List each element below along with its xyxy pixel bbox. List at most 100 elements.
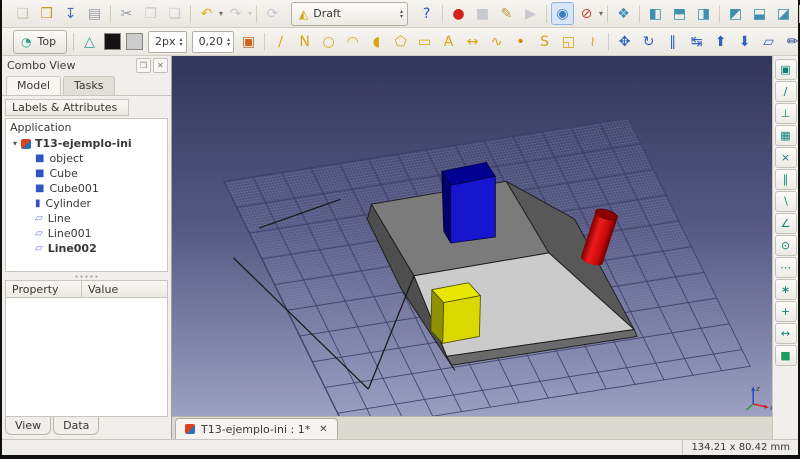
tab-tasks[interactable]: Tasks — [63, 76, 114, 95]
yellow-cube-front-face[interactable] — [443, 296, 481, 344]
tab-data[interactable]: Data — [53, 417, 99, 435]
tree-item-document[interactable]: ▾ T13-ejemplo-ini — [6, 136, 167, 151]
snap-lock-button[interactable]: ▣ — [775, 59, 797, 80]
draft-rotate-button[interactable]: ↻ — [637, 30, 660, 53]
panel-float-button[interactable]: ❐ — [136, 58, 151, 73]
tab-view[interactable]: View — [5, 417, 51, 435]
draft-downgrade-button[interactable]: ⬇ — [733, 30, 756, 53]
fit-all-button[interactable]: ◉ — [551, 2, 574, 25]
snap-midpoint-button[interactable]: ∕ — [775, 81, 797, 102]
view-top-button[interactable]: ⬒ — [668, 2, 691, 25]
working-plane-button[interactable]: ◔ Top — [13, 30, 67, 54]
draft-edit-button[interactable]: ✏ — [781, 30, 800, 53]
cut-button[interactable]: ✂ — [115, 2, 138, 25]
tree-item-object[interactable]: ■ object — [6, 151, 167, 166]
tree-item-line002[interactable]: ▱ Line002 — [6, 241, 167, 256]
snap-center-button[interactable]: ⊙ — [775, 235, 797, 256]
new-document-button[interactable]: ❑ — [11, 2, 34, 25]
draft-facebinder-button[interactable]: ◱ — [557, 30, 580, 53]
face-color-swatch[interactable] — [126, 33, 143, 50]
paste-button[interactable]: ❏ — [163, 2, 186, 25]
3d-viewport[interactable]: z x — [172, 56, 772, 416]
yellow-cube-object[interactable] — [431, 283, 481, 344]
draft-upgrade-button[interactable]: ⬆ — [709, 30, 732, 53]
snap-grid-button[interactable]: ▦ — [775, 125, 797, 146]
property-column-header[interactable]: Property — [6, 281, 82, 297]
draft-scale-button[interactable]: ▱ — [757, 30, 780, 53]
tree-item-line[interactable]: ▱ Line — [6, 211, 167, 226]
draft-rectangle-button[interactable]: ▭ — [413, 30, 436, 53]
snap-ortho-button[interactable]: + — [775, 301, 797, 322]
snap-extension-button[interactable]: ⋯ — [775, 257, 797, 278]
tree-item-cube[interactable]: ■ Cube — [6, 166, 167, 181]
spin-down-icon[interactable]: ▾ — [180, 42, 183, 47]
line-width-spinbox[interactable]: 2px ▴ ▾ — [148, 31, 187, 53]
panel-close-button[interactable]: ✕ — [153, 58, 168, 73]
draft-polygon-button[interactable]: ⬠ — [389, 30, 412, 53]
snap-dimensions-button[interactable]: ↔ — [775, 323, 797, 344]
document-tab[interactable]: T13-ejemplo-ini : 1* ✕ — [175, 418, 338, 439]
draft-move-button[interactable]: ✥ — [613, 30, 636, 53]
snap-parallel-button[interactable]: ∥ — [775, 169, 797, 190]
draft-text-button[interactable]: A — [437, 30, 460, 53]
redo-dropdown-caret[interactable]: ▾ — [248, 2, 252, 25]
undo-button[interactable]: ↶ — [195, 2, 218, 25]
value-column-header[interactable]: Value — [82, 281, 124, 297]
blue-cube-object[interactable] — [442, 162, 496, 243]
draft-line-button[interactable]: ∕ — [269, 30, 292, 53]
draw-style-caret[interactable]: ▾ — [599, 2, 603, 25]
line-width-spinner[interactable]: ▴ ▾ — [180, 37, 183, 47]
3d-viewport-canvas[interactable]: z x — [172, 56, 772, 416]
snap-intersection-button[interactable]: × — [775, 147, 797, 168]
tab-model[interactable]: Model — [6, 76, 61, 95]
panel-splitter[interactable] — [2, 272, 171, 280]
scale-spinner[interactable]: ▴ ▾ — [227, 37, 230, 47]
macro-stop-button[interactable]: ■ — [471, 2, 494, 25]
save-button[interactable]: ↧ — [59, 2, 82, 25]
view-axonometric-button[interactable]: ❖ — [612, 2, 635, 25]
draw-style-button[interactable]: ⊘ — [575, 2, 598, 25]
tree-item-line001[interactable]: ▱ Line001 — [6, 226, 167, 241]
tree-item-cube001[interactable]: ■ Cube001 — [6, 181, 167, 196]
draft-arc-button[interactable]: ◠ — [341, 30, 364, 53]
macro-edit-button[interactable]: ✎ — [495, 2, 518, 25]
workbench-selector-spinner[interactable]: ▴ ▾ — [400, 9, 403, 19]
draft-trimex-button[interactable]: ↹ — [685, 30, 708, 53]
draft-bspline-button[interactable]: ∿ — [485, 30, 508, 53]
draft-wire-button[interactable]: N — [293, 30, 316, 53]
draft-point-button[interactable]: • — [509, 30, 532, 53]
macro-record-button[interactable]: ● — [447, 2, 470, 25]
undo-dropdown-caret[interactable]: ▾ — [219, 2, 223, 25]
scale-spinbox[interactable]: 0,20 ▴ ▾ — [192, 31, 235, 53]
draft-offset-button[interactable]: ∥ — [661, 30, 684, 53]
view-bottom-button[interactable]: ⬓ — [748, 2, 771, 25]
whats-this-button[interactable]: ? — [415, 2, 438, 25]
draft-dimension-button[interactable]: ↔ — [461, 30, 484, 53]
workbench-selector[interactable]: ◭ Draft ▴ ▾ — [291, 2, 408, 26]
snap-perpendicular-button[interactable]: ⊥ — [775, 103, 797, 124]
construction-mode-button[interactable]: △ — [78, 30, 101, 53]
open-document-button[interactable]: ❒ — [35, 2, 58, 25]
view-front-button[interactable]: ◧ — [644, 2, 667, 25]
autogroup-button[interactable]: ▣ — [237, 30, 260, 53]
blue-cube-front-face[interactable] — [451, 176, 496, 243]
draft-circle-button[interactable]: ○ — [317, 30, 340, 53]
line-color-swatch[interactable] — [104, 33, 121, 50]
tree-item-cylinder[interactable]: ▮ Cylinder — [6, 196, 167, 211]
view-rear-button[interactable]: ◩ — [724, 2, 747, 25]
draft-bezier-button[interactable]: ≀ — [581, 30, 604, 53]
draft-ellipse-button[interactable]: ◖ — [365, 30, 388, 53]
snap-working-plane-button[interactable]: ■ — [775, 345, 797, 366]
snap-endpoint-button[interactable]: ∖ — [775, 191, 797, 212]
refresh-button[interactable]: ⟳ — [261, 2, 284, 25]
print-button[interactable]: ▤ — [83, 2, 106, 25]
property-table-body[interactable] — [5, 298, 168, 417]
snap-near-button[interactable]: ∗ — [775, 279, 797, 300]
draft-shapestring-button[interactable]: S — [533, 30, 556, 53]
redo-button[interactable]: ↷ — [224, 2, 247, 25]
snap-angle-button[interactable]: ∠ — [775, 213, 797, 234]
tree-root-application[interactable]: Application — [6, 120, 167, 136]
macro-play-button[interactable]: ▶ — [519, 2, 542, 25]
tab-close-icon[interactable]: ✕ — [319, 424, 327, 435]
view-right-button[interactable]: ◨ — [692, 2, 715, 25]
